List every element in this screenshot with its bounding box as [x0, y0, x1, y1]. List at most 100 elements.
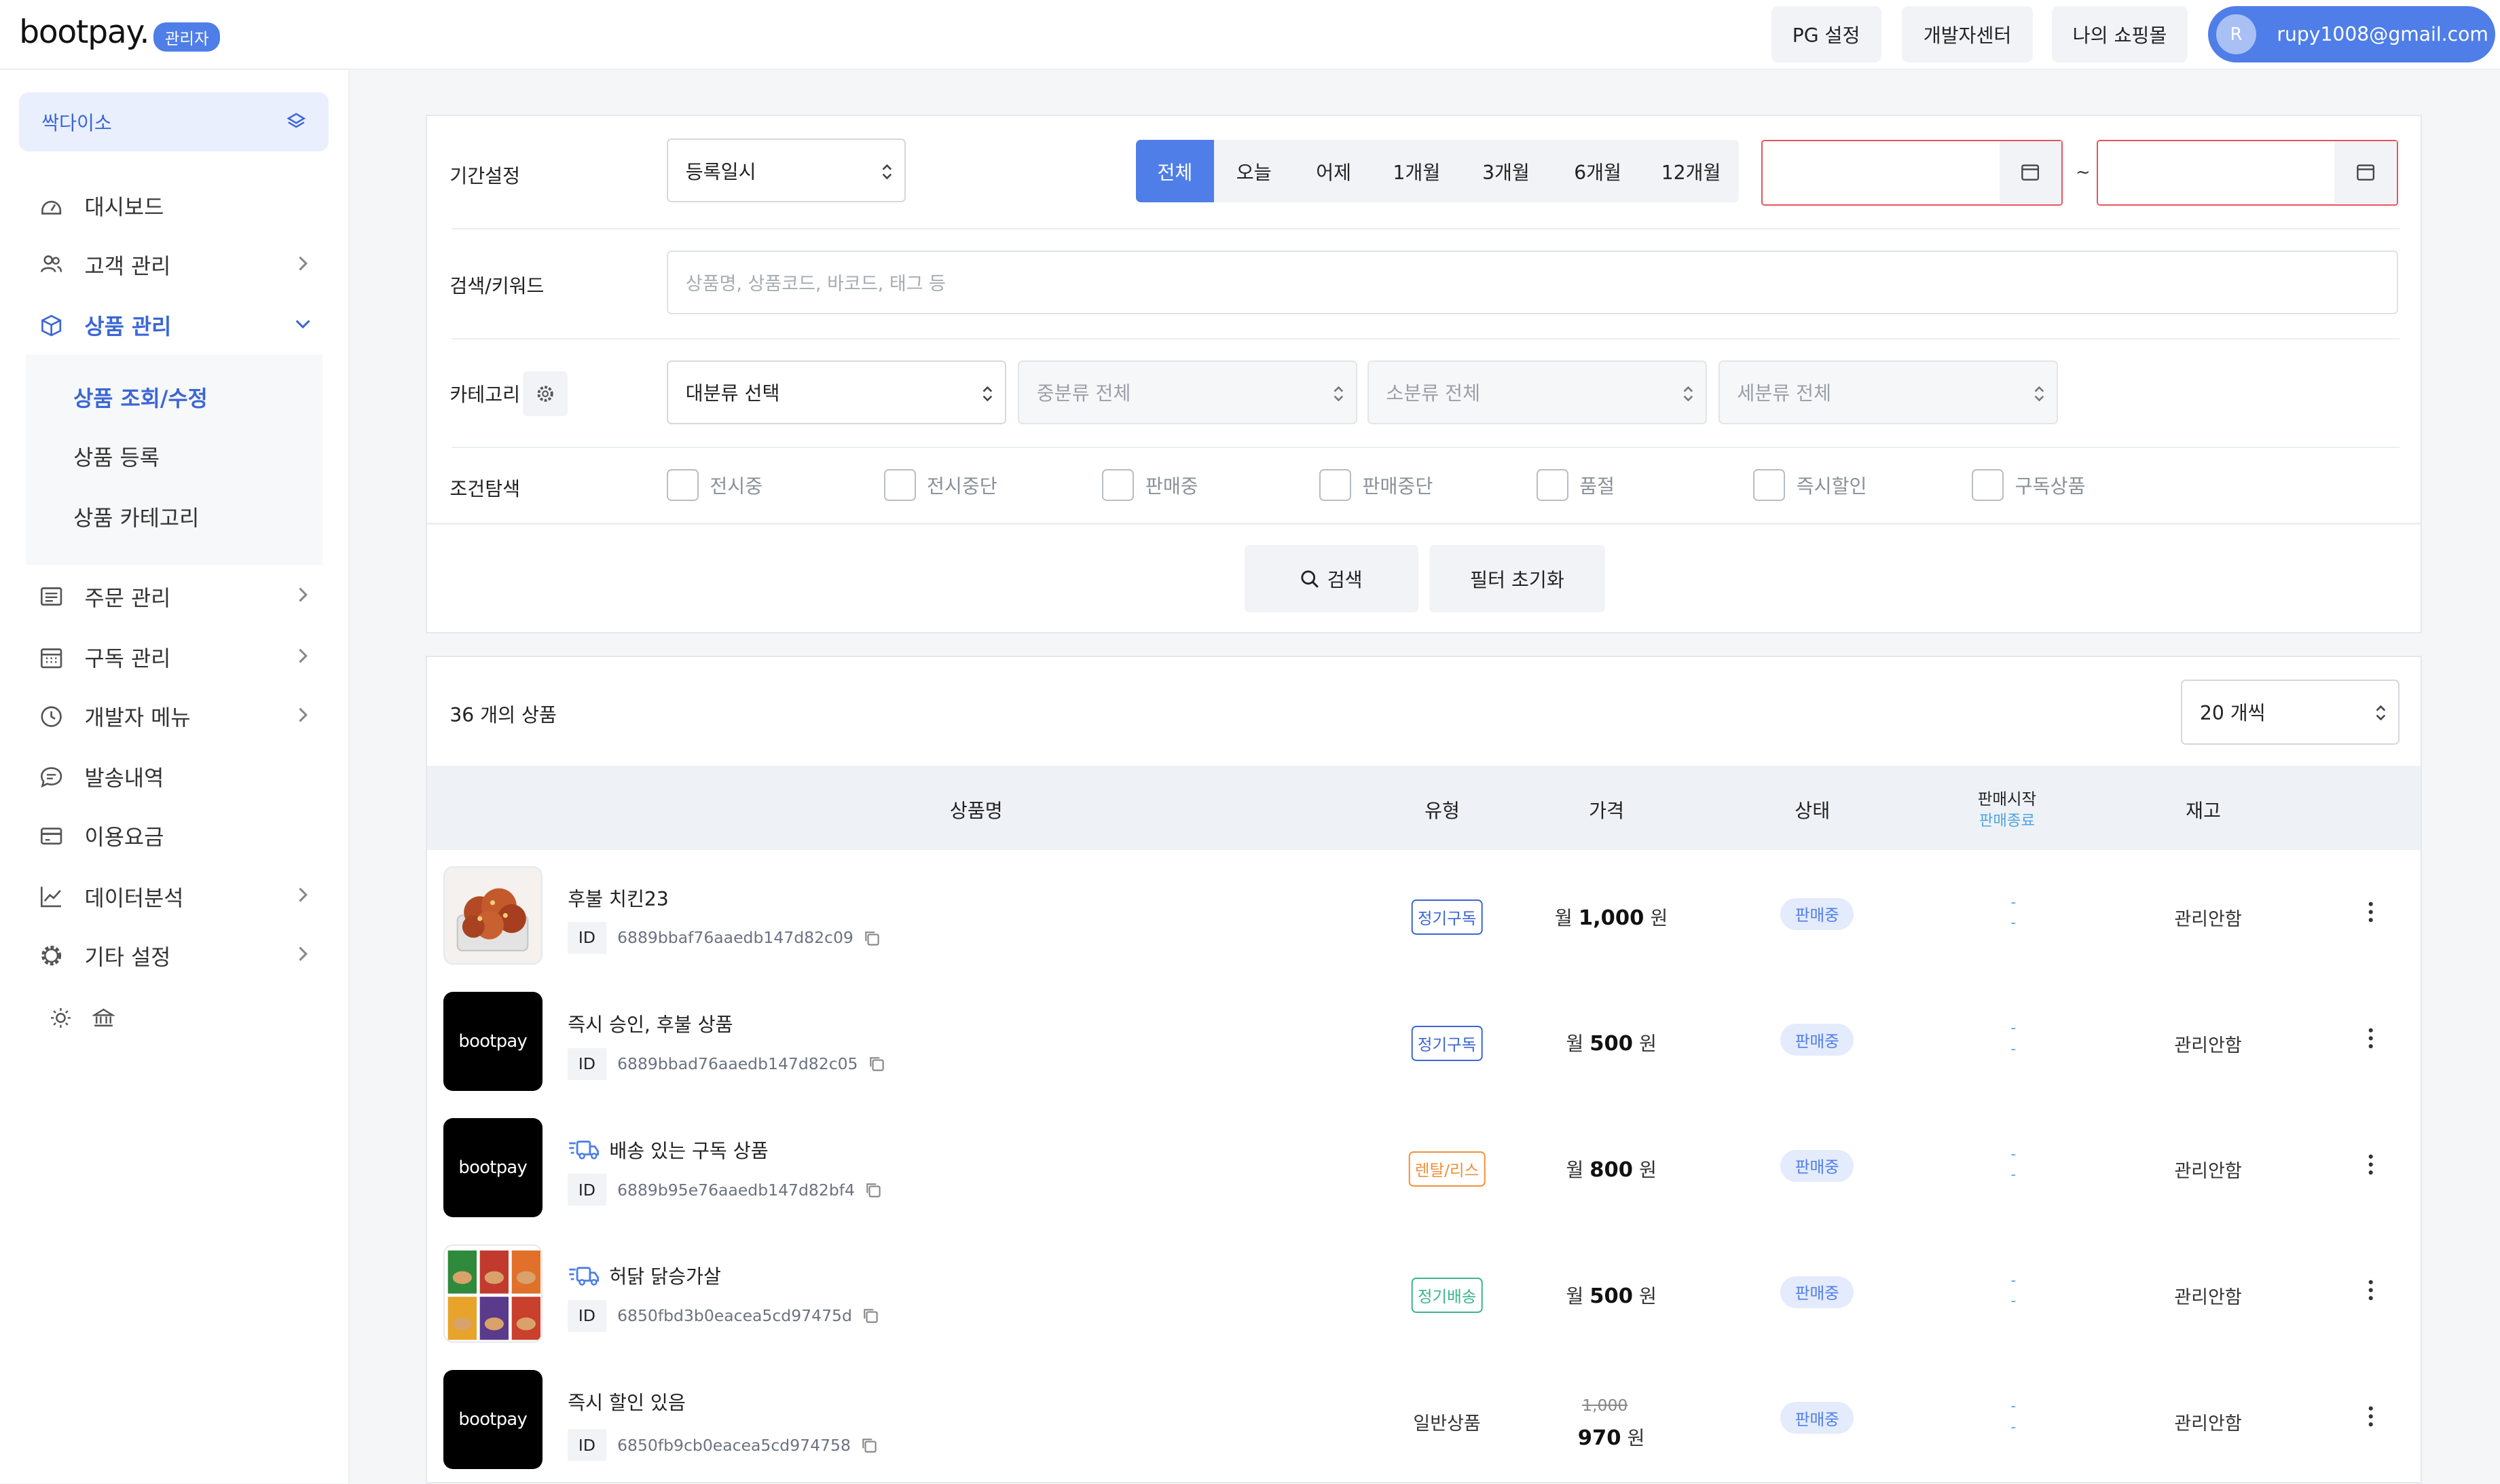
sale-start-value: -: [2010, 893, 2017, 910]
submenu-product-list[interactable]: 상품 조회/수정: [73, 382, 208, 413]
search-button[interactable]: 검색: [1244, 545, 1418, 613]
date-type-select[interactable]: 등록일시: [666, 138, 906, 203]
store-selector[interactable]: 싹다이소: [19, 92, 329, 152]
copy-icon[interactable]: [863, 929, 881, 947]
sale-end-value: -: [2010, 914, 2017, 931]
category-large-select[interactable]: 대분류 선택: [666, 360, 1007, 424]
submenu-product-register[interactable]: 상품 등록: [73, 441, 160, 472]
start-date-input[interactable]: [1761, 140, 2063, 206]
product-name[interactable]: 후불 치킨23: [568, 884, 669, 912]
table-row[interactable]: 허닭 닭승가살 ID 6850fbd3b0eacea5cd97475d 정기배송…: [427, 1229, 2420, 1356]
reset-filter-button[interactable]: 필터 초기화: [1429, 545, 1605, 613]
per-page-select[interactable]: 20 개씩: [2181, 679, 2400, 745]
bank-icon[interactable]: [92, 1005, 116, 1035]
message-icon: [38, 764, 64, 790]
submenu-product-category[interactable]: 상품 카테고리: [73, 501, 199, 532]
checkbox[interactable]: [1319, 468, 1352, 501]
more-vertical-icon[interactable]: [2368, 1153, 2374, 1176]
product-thumbnail[interactable]: bootpay: [443, 1370, 543, 1469]
copy-icon[interactable]: [868, 1055, 885, 1073]
product-thumbnail[interactable]: [443, 1244, 543, 1343]
condition-checkbox-on-sale[interactable]: 판매중: [1102, 468, 1198, 501]
period-yesterday-button[interactable]: 어제: [1293, 140, 1373, 202]
sidebar-item-send-history[interactable]: 발송내역: [38, 753, 312, 801]
checkbox[interactable]: [1102, 468, 1135, 501]
price-unit: 원: [1638, 1033, 1657, 1056]
sidebar-item-products[interactable]: 상품 관리: [38, 301, 312, 350]
product-thumbnail[interactable]: bootpay: [443, 1117, 543, 1217]
sidebar-item-analytics[interactable]: 데이터분석: [38, 872, 312, 921]
product-count: 36 개의 상품: [449, 704, 557, 727]
table-row[interactable]: bootpay 즉시 승인, 후불 상품 ID 6889bbad76aaedb1…: [427, 978, 2420, 1104]
sun-icon[interactable]: [50, 1005, 72, 1035]
more-vertical-icon[interactable]: [2368, 1027, 2374, 1050]
sidebar-item-developer[interactable]: 개발자 메뉴: [38, 692, 312, 741]
table-row[interactable]: bootpay 배송 있는 구독 상품 ID 6889b95e76aaedb14…: [427, 1104, 2420, 1230]
condition-checkbox-on-display[interactable]: 전시중: [666, 468, 762, 501]
product-name[interactable]: 허닭 닭승가살: [568, 1261, 721, 1289]
product-thumbnail[interactable]: bootpay: [443, 992, 543, 1092]
sidebar-item-label: 발송내역: [84, 766, 164, 792]
period-today-button[interactable]: 오늘: [1214, 140, 1293, 202]
price-prefix: 월: [1566, 1033, 1584, 1056]
checkbox[interactable]: [883, 468, 916, 501]
category-medium-select[interactable]: 중분류 전체: [1017, 360, 1358, 424]
sidebar-item-settings[interactable]: 기타 설정: [38, 931, 312, 980]
sale-start-value: -: [2010, 1145, 2017, 1162]
condition-checkbox-display-stopped[interactable]: 전시중단: [883, 468, 997, 501]
condition-checkbox-instant-discount[interactable]: 즉시할인: [1753, 468, 1867, 501]
more-vertical-icon[interactable]: [2368, 901, 2374, 923]
sidebar-item-orders[interactable]: 주문 관리: [38, 573, 312, 621]
product-name[interactable]: 즉시 승인, 후불 상품: [568, 1009, 733, 1037]
id-tag: ID: [568, 1174, 606, 1206]
table-row[interactable]: 후불 치킨23 ID 6889bbaf76aaedb147d82c09 정기구독…: [427, 852, 2420, 978]
my-shop-button[interactable]: 나의 쇼핑몰: [2052, 6, 2188, 62]
id-tag: ID: [568, 1299, 606, 1332]
product-name[interactable]: 배송 있는 구독 상품: [568, 1136, 769, 1164]
sidebar-item-dashboard[interactable]: 대시보드: [38, 182, 312, 230]
bootpay-logo[interactable]: bootpay. 관리자: [19, 13, 221, 52]
calendar-button[interactable]: [2334, 141, 2397, 204]
category-settings-button[interactable]: [523, 371, 568, 416]
copy-icon[interactable]: [864, 1181, 882, 1199]
product-thumbnail[interactable]: [443, 866, 543, 965]
logo-text: bootpay.: [19, 14, 149, 52]
checkbox[interactable]: [1753, 468, 1786, 501]
status-badge: 판매중: [1780, 1276, 1854, 1308]
category-detail-select[interactable]: 세분류 전체: [1718, 360, 2059, 424]
pg-settings-button[interactable]: PG 설정: [1771, 6, 1881, 62]
more-vertical-icon[interactable]: [2368, 1405, 2374, 1428]
checkbox[interactable]: [1972, 468, 2004, 501]
category-small-select[interactable]: 소분류 전체: [1367, 360, 1708, 424]
sidebar-item-subscriptions[interactable]: 구독 관리: [38, 633, 312, 682]
copy-icon[interactable]: [860, 1436, 878, 1454]
copy-icon[interactable]: [862, 1307, 879, 1324]
column-header-sale-end: 판매종료: [1979, 812, 2035, 830]
period-12month-button[interactable]: 12개월: [1643, 140, 1739, 202]
checkbox[interactable]: [1536, 468, 1568, 501]
product-id-value: 6850fb9cb0eacea5cd974758: [617, 1435, 851, 1455]
user-menu-button[interactable]: R rupy1008@gmail.com: [2208, 6, 2496, 62]
column-header-price: 가격: [1589, 800, 1625, 823]
condition-checkbox-subscription[interactable]: 구독상품: [1972, 468, 2085, 501]
chevron-down-icon: [296, 320, 310, 329]
dev-center-button[interactable]: 개발자센터: [1902, 6, 2033, 62]
status-badge: 판매중: [1780, 1024, 1854, 1056]
checkbox[interactable]: [666, 468, 699, 501]
product-name[interactable]: 즉시 할인 있음: [568, 1388, 686, 1415]
more-vertical-icon[interactable]: [2368, 1279, 2374, 1301]
calendar-button[interactable]: [1999, 141, 2062, 204]
sidebar-item-customers[interactable]: 고객 관리: [38, 241, 312, 289]
period-all-button[interactable]: 전체: [1135, 140, 1214, 203]
condition-checkbox-sale-stopped[interactable]: 판매중단: [1319, 468, 1433, 501]
period-1month-button[interactable]: 1개월: [1374, 140, 1460, 202]
keyword-search-input[interactable]: 상품명, 상품코드, 바코드, 태그 등: [666, 250, 2398, 314]
sidebar-item-billing[interactable]: 이용요금: [38, 812, 312, 860]
table-row[interactable]: bootpay 즉시 할인 있음 ID 6850fb9cb0eacea5cd97…: [427, 1356, 2420, 1482]
condition-checkbox-sold-out[interactable]: 품절: [1536, 468, 1615, 501]
price-value: 800: [1589, 1158, 1634, 1183]
chevron-right-icon: [299, 588, 308, 603]
period-3month-button[interactable]: 3개월: [1460, 140, 1552, 202]
period-6month-button[interactable]: 6개월: [1552, 140, 1643, 202]
end-date-input[interactable]: [2096, 140, 2398, 206]
